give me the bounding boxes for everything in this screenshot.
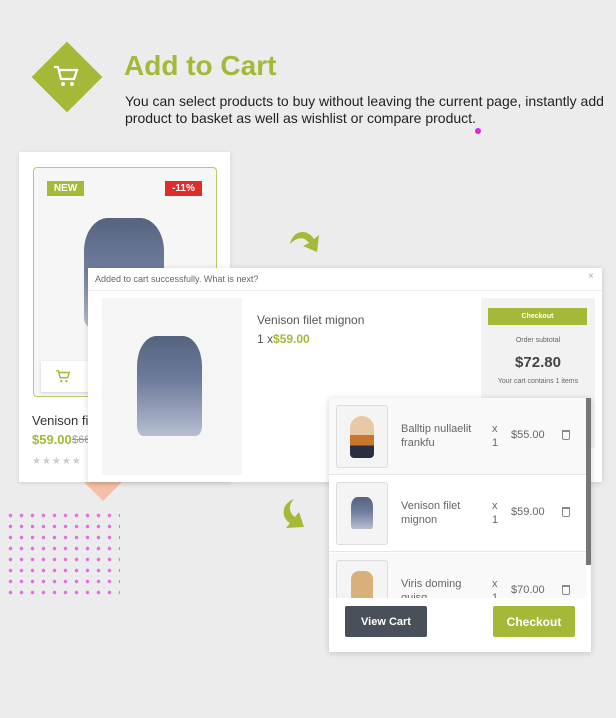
- cart-icon: [56, 370, 71, 383]
- close-icon[interactable]: ×: [588, 271, 594, 282]
- scarf-image: [137, 336, 202, 436]
- product-price: $59.00: [32, 432, 72, 447]
- cart-item-qty: x1: [492, 423, 499, 449]
- product-name[interactable]: Venison filet mignon: [32, 413, 88, 428]
- new-badge: NEW: [47, 181, 84, 196]
- popup-price: $59.00: [273, 332, 310, 346]
- popup-checkout-button[interactable]: Checkout: [488, 308, 587, 325]
- cart-item-name[interactable]: Viris doming quisq: [401, 577, 481, 599]
- cart-item-price: $70.00: [511, 584, 545, 596]
- discount-badge: -11%: [165, 181, 202, 196]
- rating-stars: ★★★★★: [32, 456, 82, 467]
- popup-quantity-price: 1 x$59.00: [257, 332, 310, 346]
- trash-icon[interactable]: [562, 585, 570, 595]
- view-cart-button[interactable]: View Cart: [345, 606, 427, 637]
- cart-item-thumbnail[interactable]: [336, 482, 388, 545]
- trash-icon[interactable]: [562, 430, 570, 440]
- checkout-button[interactable]: Checkout: [493, 606, 575, 637]
- cart-item-qty: x1: [492, 578, 499, 599]
- product-old-price: $66.00: [72, 434, 89, 446]
- subtotal-label: Order subtotal: [515, 337, 561, 344]
- cart-item-name[interactable]: Balltip nullaelit frankfu: [401, 422, 481, 450]
- decor-dot-grid: [5, 510, 120, 595]
- cart-item-price: $59.00: [511, 506, 545, 518]
- popup-message: Added to cart successfully. What is next…: [95, 274, 259, 284]
- popup-product-name: Venison filet mignon: [257, 313, 365, 327]
- cart-icon: [54, 65, 79, 86]
- trash-icon[interactable]: [562, 507, 570, 517]
- cart-item: Balltip nullaelit frankfu x1 $55.00: [329, 398, 586, 475]
- cart-item-price: $55.00: [511, 429, 545, 441]
- mini-cart-footer: View Cart Checkout: [329, 598, 591, 652]
- cart-count-text: Your cart contains 1 items: [497, 378, 579, 385]
- popup-product-image: [102, 298, 242, 475]
- scrollbar[interactable]: [586, 398, 591, 565]
- mini-cart: Balltip nullaelit frankfu x1 $55.00 Veni…: [329, 398, 591, 652]
- curved-arrow-icon: [283, 499, 304, 528]
- divider: [88, 290, 602, 291]
- cart-item-name[interactable]: Venison filet mignon: [401, 499, 481, 527]
- subtotal-value: $72.80: [515, 354, 561, 371]
- cart-item-qty: x1: [492, 500, 499, 526]
- quantity-prefix: 1 x: [257, 332, 274, 346]
- page-title: Add to Cart: [124, 50, 277, 81]
- cart-item: Venison filet mignon x1 $59.00: [329, 475, 586, 552]
- page-description: You can select products to buy without l…: [125, 93, 604, 126]
- cart-item-thumbnail[interactable]: [336, 405, 388, 468]
- decor-triangle: [84, 482, 122, 501]
- curved-arrow-icon: [290, 231, 319, 252]
- decor-dot: [475, 128, 481, 134]
